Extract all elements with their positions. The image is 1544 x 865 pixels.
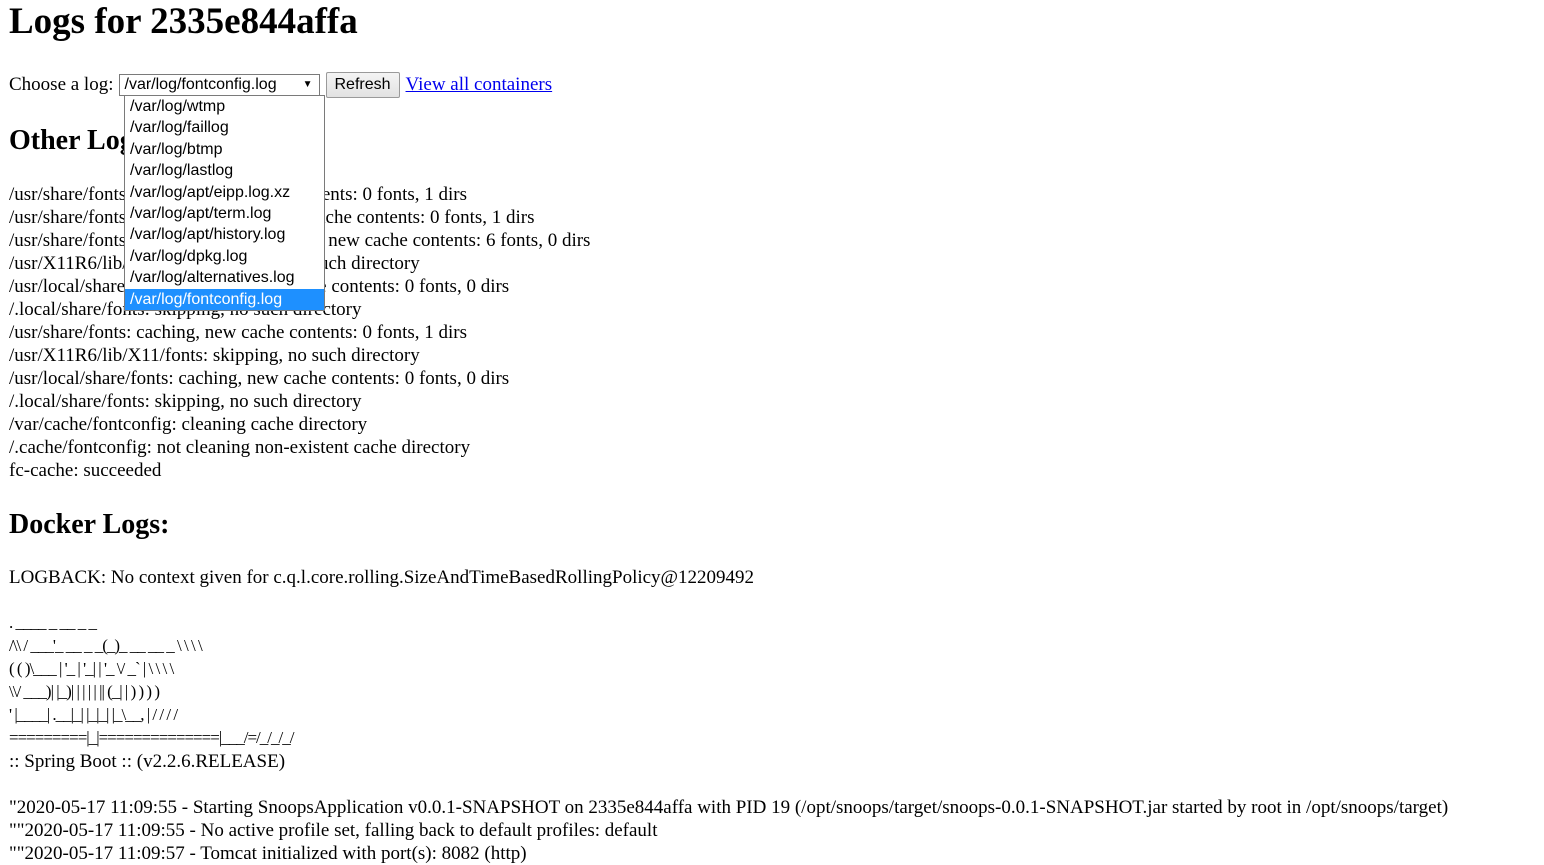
log-line: /.cache/fontconfig: not cleaning non-exi…: [9, 437, 471, 458]
dropdown-option[interactable]: /var/log/apt/eipp.log.xz: [125, 182, 324, 203]
dropdown-option[interactable]: /var/log/apt/history.log: [125, 224, 324, 245]
docker-logs-heading: Docker Logs:: [9, 509, 170, 540]
dropdown-option[interactable]: /var/log/btmp: [125, 139, 324, 160]
log-select-value: /var/log/fontconfig.log: [124, 75, 277, 93]
log-dropdown-list[interactable]: /var/log/wtmp /var/log/faillog /var/log/…: [124, 95, 325, 311]
dropdown-option[interactable]: /var/log/lastlog: [125, 160, 324, 181]
log-line: /.local/share/fonts: skipping, no such d…: [9, 391, 362, 412]
choose-log-label: Choose a log:: [9, 73, 114, 95]
spring-boot-version: :: Spring Boot :: (v2.2.6.RELEASE): [9, 751, 286, 772]
log-chooser-row: Choose a log: /var/log/fontconfig.log ▼ …: [9, 71, 553, 98]
chevron-down-icon: ▼: [302, 78, 313, 90]
log-line: /usr/share/fonts: caching, new cache con…: [9, 322, 467, 343]
banner-line: ( ( )\___ | '_ | '_| | '_ \/ _` | \ \ \ …: [9, 659, 174, 678]
dropdown-option[interactable]: /var/log/alternatives.log: [125, 267, 324, 288]
dropdown-option[interactable]: /var/log/dpkg.log: [125, 246, 324, 267]
banner-line: . ____ _ __ _ _: [9, 613, 97, 632]
dropdown-option[interactable]: /var/log/wtmp: [125, 96, 324, 117]
dropdown-option[interactable]: /var/log/faillog: [125, 117, 324, 138]
log-entry: ""2020-05-17 11:09:55 - No active profil…: [9, 820, 658, 841]
log-line: /var/cache/fontconfig: cleaning cache di…: [9, 414, 368, 435]
dropdown-option[interactable]: /var/log/fontconfig.log: [125, 288, 324, 310]
logback-line: LOGBACK: No context given for c.q.l.core…: [9, 567, 755, 588]
log-line: fc-cache: succeeded: [9, 460, 162, 481]
log-entry: ""2020-05-17 11:09:57 - Tomcat initializ…: [9, 843, 527, 864]
banner-line: \\/ ___)| |_)| | | | | || (_| | ) ) ) ): [9, 682, 160, 701]
docker-log-entries: "2020-05-17 11:09:55 - Starting SnoopsAp…: [9, 796, 1448, 865]
log-line: /usr/X11R6/lib/X11/fonts: skipping, no s…: [9, 345, 420, 366]
banner-line: ' |____| .__|_| |_|_| |_\__, | / / / /: [9, 705, 178, 724]
log-entry: "2020-05-17 11:09:55 - Starting SnoopsAp…: [9, 797, 1449, 818]
banner-line: =========|_|==============|___/=/_/_/_/: [9, 728, 294, 747]
log-select[interactable]: /var/log/fontconfig.log ▼: [118, 73, 320, 96]
dropdown-option[interactable]: /var/log/apt/term.log: [125, 203, 324, 224]
page-title: Logs for 2335e844affa: [9, 1, 358, 42]
refresh-button[interactable]: Refresh: [325, 71, 400, 98]
view-all-containers-link[interactable]: View all containers: [406, 74, 553, 96]
spring-banner: . ____ _ __ _ _ /\\ / ___'_ __ _ _(_)_ _…: [9, 611, 294, 749]
banner-line: /\\ / ___'_ __ _ _(_)_ __ __ _ \ \ \ \: [9, 636, 203, 655]
log-line: /usr/local/share/fonts: caching, new cac…: [9, 368, 510, 389]
